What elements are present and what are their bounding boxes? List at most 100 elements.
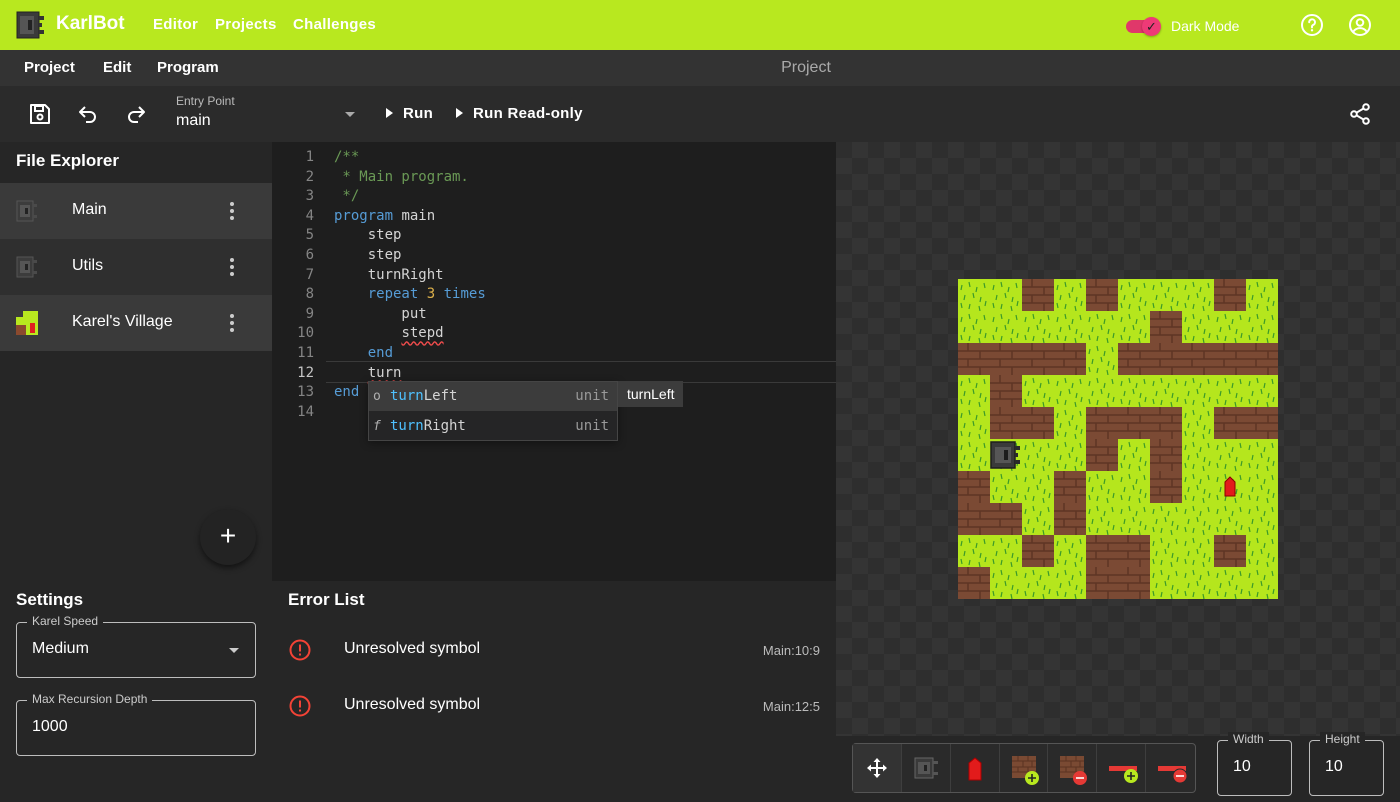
suggestion-item[interactable]: o turnLeft unit xyxy=(369,382,617,411)
wall-cell[interactable] xyxy=(1246,343,1278,375)
code-line[interactable]: repeat 3 times xyxy=(334,284,486,304)
grass-cell[interactable] xyxy=(1054,279,1086,312)
world-grid[interactable] xyxy=(958,279,1278,599)
grass-cell[interactable] xyxy=(1214,567,1246,599)
more-vert-icon[interactable] xyxy=(229,257,235,277)
add-wall-tool-button[interactable] xyxy=(1000,744,1049,792)
grass-cell[interactable] xyxy=(1150,503,1182,536)
grass-cell[interactable] xyxy=(1022,311,1054,344)
dark-mode-toggle[interactable]: ✓ xyxy=(1126,17,1162,36)
grass-cell[interactable] xyxy=(1086,375,1118,408)
wall-cell[interactable] xyxy=(958,343,990,375)
code-line[interactable]: turn xyxy=(334,363,402,383)
wall-cell[interactable] xyxy=(1150,439,1182,471)
help-icon[interactable] xyxy=(1300,13,1324,37)
wall-cell[interactable] xyxy=(1022,343,1054,375)
wall-cell[interactable] xyxy=(1118,343,1150,375)
grass-cell[interactable] xyxy=(1086,503,1118,536)
wall-cell[interactable] xyxy=(958,567,990,599)
grass-cell[interactable] xyxy=(1246,311,1278,344)
grass-cell[interactable] xyxy=(990,279,1022,312)
robot-icon[interactable] xyxy=(990,441,1020,469)
autocomplete-popup[interactable]: o turnLeft unit f turnRight unit xyxy=(368,381,618,441)
more-vert-icon[interactable] xyxy=(229,313,235,333)
menu-edit[interactable]: Edit xyxy=(103,59,131,76)
code-line[interactable]: program main xyxy=(334,206,435,226)
grass-cell[interactable] xyxy=(1246,503,1278,536)
grass-cell[interactable] xyxy=(1086,311,1118,344)
wall-cell[interactable] xyxy=(1150,471,1182,503)
error-item[interactable]: Unresolved symbol Main:12:5 xyxy=(272,678,836,734)
wall-cell[interactable] xyxy=(990,343,1022,375)
code-line[interactable]: end xyxy=(334,343,393,363)
grass-cell[interactable] xyxy=(1214,311,1246,344)
wall-cell[interactable] xyxy=(1150,407,1182,439)
grass-cell[interactable] xyxy=(1054,535,1086,568)
menu-program[interactable]: Program xyxy=(157,59,219,76)
beeper-icon[interactable] xyxy=(1224,476,1236,497)
wall-cell[interactable] xyxy=(958,471,990,503)
grass-cell[interactable] xyxy=(1022,503,1054,536)
code-line[interactable]: stepd xyxy=(334,323,443,343)
grass-cell[interactable] xyxy=(1150,279,1182,312)
error-item[interactable]: Unresolved symbol Main:10:9 xyxy=(272,622,836,678)
grass-cell[interactable] xyxy=(958,375,990,408)
beeper-tool-button[interactable] xyxy=(951,744,1000,792)
grass-cell[interactable] xyxy=(958,535,990,568)
grass-cell[interactable] xyxy=(1118,279,1150,312)
grass-cell[interactable] xyxy=(1214,439,1246,472)
file-item-main[interactable]: Main xyxy=(0,183,272,239)
wall-cell[interactable] xyxy=(990,503,1022,535)
grass-cell[interactable] xyxy=(990,471,1022,504)
wall-cell[interactable] xyxy=(1022,407,1054,439)
grass-cell[interactable] xyxy=(1246,471,1278,504)
run-readonly-button[interactable]: Run Read-only xyxy=(456,105,583,122)
world-height-field[interactable]: Height 10 xyxy=(1309,732,1384,796)
wall-cell[interactable] xyxy=(1054,471,1086,503)
grass-cell[interactable] xyxy=(1022,439,1054,472)
grass-cell[interactable] xyxy=(1118,503,1150,536)
grass-cell[interactable] xyxy=(1246,375,1278,408)
wall-cell[interactable] xyxy=(1214,279,1246,311)
wall-cell[interactable] xyxy=(1054,343,1086,375)
grass-cell[interactable] xyxy=(958,439,990,472)
wall-cell[interactable] xyxy=(1246,407,1278,439)
grass-cell[interactable] xyxy=(1054,567,1086,599)
remove-wall-tool-button[interactable] xyxy=(1048,744,1098,792)
grass-cell[interactable] xyxy=(1182,375,1214,408)
add-file-button[interactable]: + xyxy=(200,509,256,565)
nav-projects[interactable]: Projects xyxy=(215,16,277,33)
grass-cell[interactable] xyxy=(1022,375,1054,408)
grass-cell[interactable] xyxy=(990,535,1022,568)
menu-project[interactable]: Project xyxy=(24,59,75,76)
grass-cell[interactable] xyxy=(1150,375,1182,408)
grass-cell[interactable] xyxy=(1182,407,1214,440)
undo-icon[interactable] xyxy=(76,102,100,126)
grass-cell[interactable] xyxy=(1022,471,1054,504)
wall-cell[interactable] xyxy=(1086,567,1118,599)
grass-cell[interactable] xyxy=(1246,535,1278,568)
code-line[interactable]: step xyxy=(334,225,402,245)
wall-cell[interactable] xyxy=(990,375,1022,407)
wall-cell[interactable] xyxy=(1214,407,1246,439)
grass-cell[interactable] xyxy=(1150,567,1182,599)
code-line[interactable]: /** xyxy=(334,147,359,167)
grass-cell[interactable] xyxy=(958,407,990,440)
code-line[interactable]: * Main program. xyxy=(334,167,468,187)
wall-cell[interactable] xyxy=(1086,407,1118,439)
grass-cell[interactable] xyxy=(1086,343,1118,376)
max-recursion-field[interactable]: Max Recursion Depth 1000 xyxy=(16,692,256,756)
grass-cell[interactable] xyxy=(1150,535,1182,568)
wall-cell[interactable] xyxy=(1118,535,1150,567)
grass-cell[interactable] xyxy=(1118,471,1150,504)
grass-cell[interactable] xyxy=(1086,471,1118,504)
move-tool-button[interactable] xyxy=(853,744,902,792)
grass-cell[interactable] xyxy=(1054,311,1086,344)
karel-speed-select[interactable]: Karel Speed Medium xyxy=(16,614,256,678)
wall-cell[interactable] xyxy=(1118,567,1150,599)
grass-cell[interactable] xyxy=(1054,407,1086,440)
grass-cell[interactable] xyxy=(1182,503,1214,536)
wall-cell[interactable] xyxy=(1086,279,1118,311)
robot-tool-button[interactable] xyxy=(902,744,951,792)
remove-hwall-tool-button[interactable] xyxy=(1146,744,1195,792)
